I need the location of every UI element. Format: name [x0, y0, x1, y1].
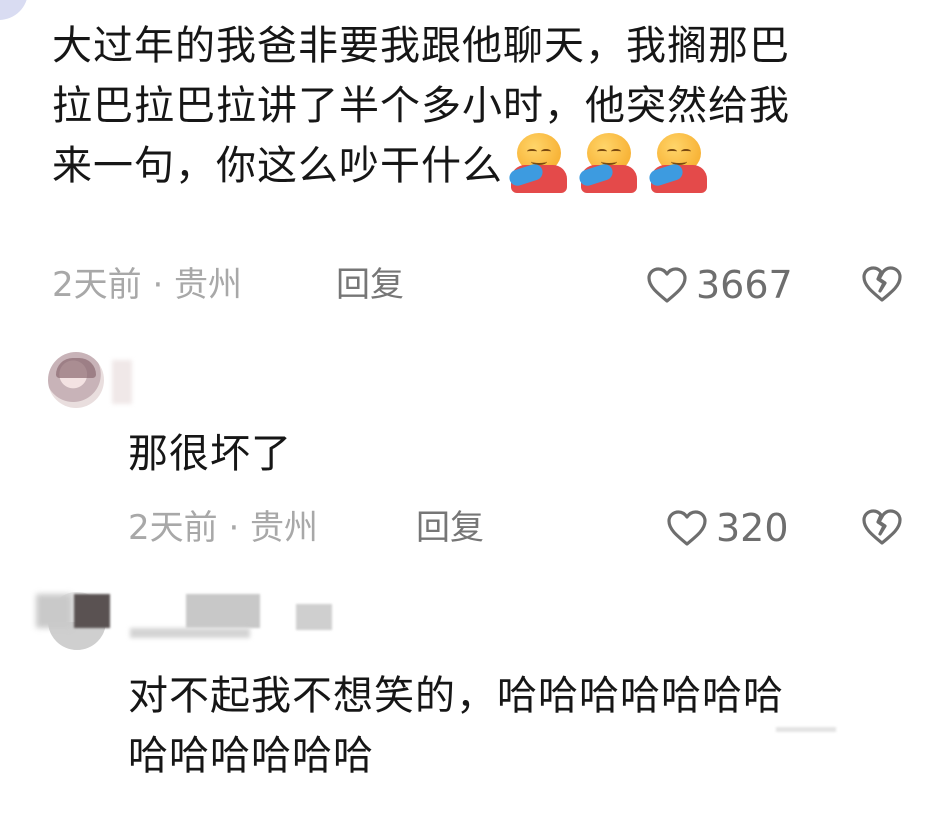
comment-body-line-1: 大过年的我爸非要我跟他聊天，我搁那巴: [52, 23, 790, 69]
comment-body-line-2: 哈哈哈哈哈哈: [128, 733, 374, 779]
reply-button[interactable]: 回复: [416, 506, 484, 550]
comment-body: 那很坏了: [128, 431, 292, 477]
dislike-button[interactable]: [860, 264, 904, 308]
hugging-face-emoji: [647, 131, 711, 195]
username-redacted: [74, 594, 110, 628]
reply-button[interactable]: 回复: [336, 263, 404, 307]
comment-body-line-2: 拉巴拉巴拉讲了半个多小时，他突然给我: [52, 83, 790, 129]
username-redacted: [130, 628, 250, 638]
comment-body-line-1: 对不起我不想笑的，哈哈哈哈哈哈哈: [128, 673, 784, 719]
emoji-row: [507, 131, 717, 195]
comment-meta: 2天前 · 贵州: [128, 508, 319, 548]
username-redacted: [112, 360, 132, 404]
username-redacted: [36, 594, 72, 628]
comment-body: 对不起我不想笑的，哈哈哈哈哈哈哈 哈哈哈哈哈哈: [128, 666, 784, 786]
username-redacted: [186, 594, 260, 628]
like-count: 3667: [696, 263, 793, 307]
like-button[interactable]: 320: [666, 506, 789, 550]
broken-heart-icon: [862, 266, 902, 302]
hugging-face-emoji: [507, 131, 571, 195]
avatar[interactable]: [48, 352, 104, 408]
heart-outline-icon: [647, 267, 687, 303]
username-redacted: [296, 604, 332, 630]
comment-body: 大过年的我爸非要我跟他聊天，我搁那巴 拉巴拉巴拉讲了半个多小时，他突然给我 来一…: [52, 16, 790, 196]
previous-avatar-fragment: [0, 0, 28, 20]
comment-body-line-3: 来一句，你这么吵干什么: [52, 143, 503, 189]
heart-outline-icon: [667, 510, 707, 546]
broken-heart-icon: [862, 509, 902, 545]
redaction-mark: [776, 727, 836, 732]
dislike-button[interactable]: [860, 507, 904, 551]
comment-meta: 2天前 · 贵州: [52, 265, 243, 305]
like-button[interactable]: 3667: [646, 263, 793, 307]
hugging-face-emoji: [577, 131, 641, 195]
like-count: 320: [716, 506, 789, 550]
